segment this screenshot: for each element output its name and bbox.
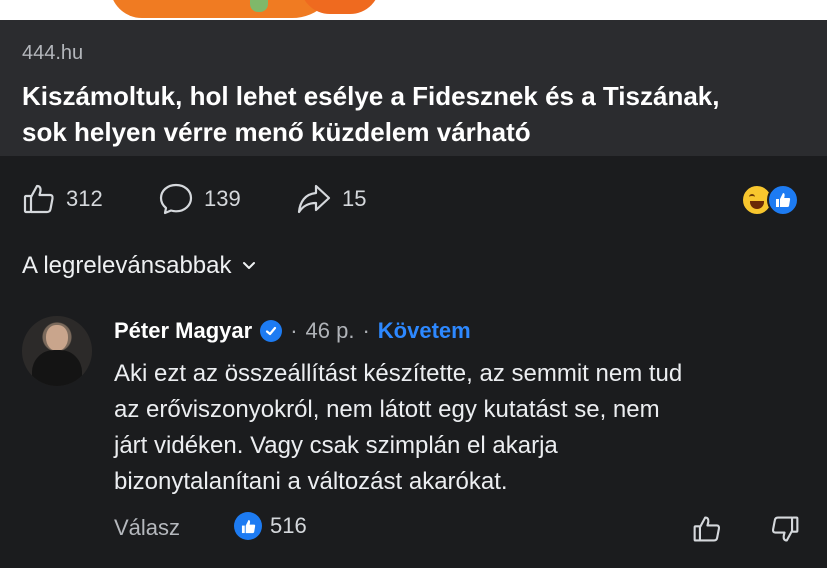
comment-author[interactable]: Péter Magyar (114, 318, 252, 344)
thumbs-up-icon (692, 516, 722, 548)
downvote-button[interactable] (770, 514, 800, 549)
like-icon (767, 184, 799, 216)
share-count: 15 (342, 186, 367, 211)
like-icon (234, 512, 262, 540)
post-action-bar: 312 139 15 (0, 170, 827, 230)
comment-header: Péter Magyar · 46 p. · Követem (114, 318, 471, 344)
comment-text-line: Aki ezt az összeállítást készítette, az … (114, 360, 683, 387)
sort-label: A legrelevánsabbak (22, 252, 232, 279)
map-shape (110, 0, 340, 18)
reply-button[interactable]: Válasz (114, 515, 180, 541)
chevron-down-icon (241, 252, 257, 280)
comment-count: 139 (204, 186, 241, 211)
share-arrow-icon (296, 182, 332, 216)
comment-reactions[interactable]: 516 (234, 512, 307, 540)
like-count: 312 (66, 186, 103, 211)
shared-image-strip[interactable] (0, 0, 827, 20)
like-button[interactable]: 312 (22, 182, 103, 216)
upvote-button[interactable] (692, 514, 722, 549)
comment-sort-dropdown[interactable]: A legrelevánsabbak (22, 252, 257, 280)
link-title[interactable]: Kiszámoltuk, hol lehet esélye a Fideszne… (22, 78, 802, 150)
comment-time[interactable]: 46 p. (306, 318, 355, 344)
avatar[interactable] (22, 316, 92, 386)
separator: · (290, 318, 298, 343)
reaction-summary[interactable] (741, 184, 805, 216)
follow-button[interactable]: Követem (378, 318, 471, 344)
comment-text-line: az erőviszonyokról, nem látott egy kutat… (114, 396, 660, 423)
share-button[interactable]: 15 (296, 182, 366, 216)
comment-text: Aki ezt az összeállítást készítette, az … (114, 356, 814, 500)
comment-like-count: 516 (270, 513, 307, 538)
link-title-line: sok helyen vérre menő küzdelem várható (22, 117, 531, 147)
comment-bubble-icon (158, 182, 194, 216)
comment-text-line: járt vidéken. Vagy csak szimplán el akar… (114, 432, 558, 459)
verified-badge-icon (260, 320, 283, 342)
comment-text-line: bizonytalanítani a változást akarókat. (114, 468, 508, 495)
link-preview-card[interactable]: 444.hu Kiszámoltuk, hol lehet esélye a F… (0, 20, 827, 156)
thumbs-down-icon (770, 516, 800, 548)
link-domain: 444.hu (22, 42, 84, 64)
thumbs-up-icon (22, 182, 56, 216)
comment-button[interactable]: 139 (158, 182, 241, 216)
link-title-line: Kiszámoltuk, hol lehet esélye a Fideszne… (22, 81, 720, 111)
separator: · (362, 318, 370, 343)
